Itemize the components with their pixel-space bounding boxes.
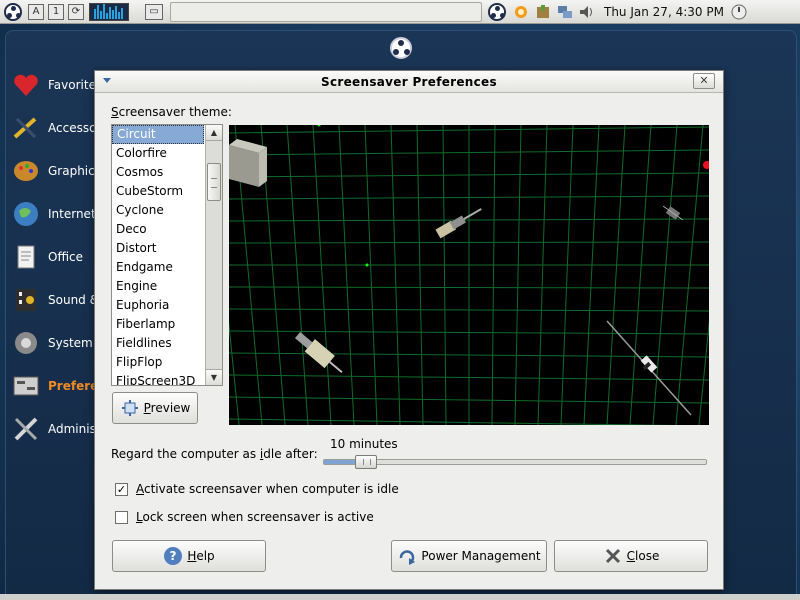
scrollbar-thumb[interactable] <box>207 163 221 201</box>
dialog-title: Screensaver Preferences <box>321 74 497 89</box>
close-button[interactable]: Close <box>554 540 708 572</box>
show-desktop-button[interactable]: ▭ <box>142 2 166 22</box>
small-part-component <box>662 205 684 221</box>
idle-value: 10 minutes <box>330 437 398 451</box>
launcher-1-button[interactable]: 1 <box>46 2 66 22</box>
top-panel: A 1 ⟳ ▭ Thu Jan 27, 4:30 PM <box>0 0 800 24</box>
theme-list-item[interactable]: FlipFlop <box>112 353 204 372</box>
scroll-down-icon[interactable]: ▼ <box>206 369 222 385</box>
preferences-icon <box>10 370 42 402</box>
theme-list-item[interactable]: Distort <box>112 239 204 258</box>
spark-dot <box>365 263 369 267</box>
theme-list-item[interactable]: FlipScreen3D <box>112 372 204 385</box>
theme-list-item[interactable]: Cyclone <box>112 201 204 220</box>
screensaver-preferences-dialog: Screensaver Preferences ✕ Screensaver th… <box>94 70 724 590</box>
volume-icon[interactable] <box>578 3 596 21</box>
gear-icon <box>10 327 42 359</box>
clock[interactable]: Thu Jan 27, 4:30 PM <box>604 5 724 19</box>
idle-slider-thumb[interactable] <box>355 455 378 469</box>
theme-list-item[interactable]: Colorfire <box>112 144 204 163</box>
network-graph-icon <box>89 2 129 21</box>
theme-list-item[interactable]: Fieldlines <box>112 334 204 353</box>
close-window-button[interactable]: ✕ <box>693 73 715 89</box>
tools-icon <box>10 112 42 144</box>
theme-list-item[interactable]: Circuit <box>112 125 204 144</box>
bottom-panel <box>0 594 800 600</box>
menu-logo-button[interactable] <box>484 2 510 22</box>
network-monitor[interactable] <box>86 2 132 22</box>
theme-list-item[interactable]: Euphoria <box>112 296 204 315</box>
main-menu-button[interactable] <box>0 2 26 22</box>
theme-list-item[interactable]: CubeStorm <box>112 182 204 201</box>
theme-list-item[interactable]: Engine <box>112 277 204 296</box>
globe-icon <box>10 198 42 230</box>
activate-screensaver-label: Activate screensaver when computer is id… <box>136 482 399 496</box>
menu-item-graphics[interactable]: Graphics <box>6 149 101 192</box>
menu-item-sound-video[interactable]: Sound & Video <box>6 278 101 321</box>
menu-item-administration[interactable]: Administration <box>6 407 101 450</box>
theme-list-scrollbar[interactable]: ▲ ▼ <box>205 125 222 385</box>
lock-screen-checkbox[interactable] <box>115 510 128 524</box>
scroll-up-icon[interactable]: ▲ <box>206 125 222 141</box>
menu-item-accessories[interactable]: Accessories <box>6 106 101 149</box>
menu-category-list: Favorites Accessories Graphics Internet … <box>6 63 101 450</box>
transistor-component <box>435 208 482 239</box>
wrench-icon <box>10 413 42 445</box>
heart-icon <box>10 69 42 101</box>
menu-item-system[interactable]: System <box>6 321 101 364</box>
help-icon: ? <box>163 546 183 566</box>
distro-logo-icon <box>4 2 22 21</box>
network-icon[interactable] <box>556 3 574 21</box>
refresh-launcher-button[interactable]: ⟳ <box>66 2 86 22</box>
circuit-preview-graphic <box>229 125 709 425</box>
resistor-component <box>606 320 692 416</box>
menu-item-preferences[interactable]: Preferences <box>6 364 101 407</box>
menu-item-favorites[interactable]: Favorites <box>6 63 101 106</box>
fullscreen-icon <box>120 398 140 418</box>
chip-component <box>229 139 267 187</box>
activate-screensaver-checkbox[interactable]: ✓ <box>115 482 128 496</box>
theme-list-item[interactable]: Cosmos <box>112 163 204 182</box>
theme-list-items: Circuit Colorfire Cosmos CubeStorm Cyclone De… <box>112 125 204 385</box>
theme-list-item[interactable]: Endgame <box>112 258 204 277</box>
idle-slider[interactable] <box>323 455 707 469</box>
distro-logo-icon <box>390 37 412 59</box>
menu-item-internet[interactable]: Internet <box>6 192 101 235</box>
document-icon <box>10 241 42 273</box>
package-icon[interactable] <box>534 3 552 21</box>
help-button[interactable]: ? Help <box>112 540 266 572</box>
close-icon: ✕ <box>699 74 709 87</box>
preview-button[interactable]: Preview <box>112 392 198 424</box>
desktop-icon: ▭ <box>145 3 163 20</box>
screensaver-preview <box>229 125 709 425</box>
led-dot <box>703 161 709 169</box>
menu-header <box>6 31 796 65</box>
window-menu-icon[interactable] <box>103 78 111 83</box>
activate-screensaver-row[interactable]: ✓ Activate screensaver when computer is … <box>115 482 399 496</box>
theme-label: Screensaver theme: <box>111 105 232 119</box>
distro-logo-icon <box>488 2 506 21</box>
spark-dot <box>317 125 321 127</box>
shutdown-icon[interactable] <box>730 3 748 21</box>
lock-screen-row[interactable]: Lock screen when screensaver is active <box>115 510 374 524</box>
lock-screen-label: Lock screen when screensaver is active <box>136 510 374 524</box>
dialog-titlebar[interactable]: Screensaver Preferences ✕ <box>95 71 723 93</box>
update-notifier-icon[interactable] <box>512 3 530 21</box>
palette-icon <box>10 155 42 187</box>
idle-label: Regard the computer as idle after: <box>111 447 318 461</box>
theme-list[interactable]: Circuit Colorfire Cosmos CubeStorm Cyclone De… <box>111 124 223 386</box>
taskbar-window-list[interactable] <box>170 1 482 22</box>
power-redo-icon <box>397 546 417 566</box>
theme-list-item[interactable]: Fiberlamp <box>112 315 204 334</box>
close-icon <box>603 546 623 566</box>
media-icon <box>10 284 42 316</box>
menu-item-office[interactable]: Office <box>6 235 101 278</box>
svg-text:?: ? <box>170 549 177 563</box>
power-management-button[interactable]: Power Management <box>391 540 547 572</box>
theme-list-item[interactable]: Deco <box>112 220 204 239</box>
launcher-a-button[interactable]: A <box>26 2 46 22</box>
refresh-icon: ⟳ <box>68 3 84 20</box>
